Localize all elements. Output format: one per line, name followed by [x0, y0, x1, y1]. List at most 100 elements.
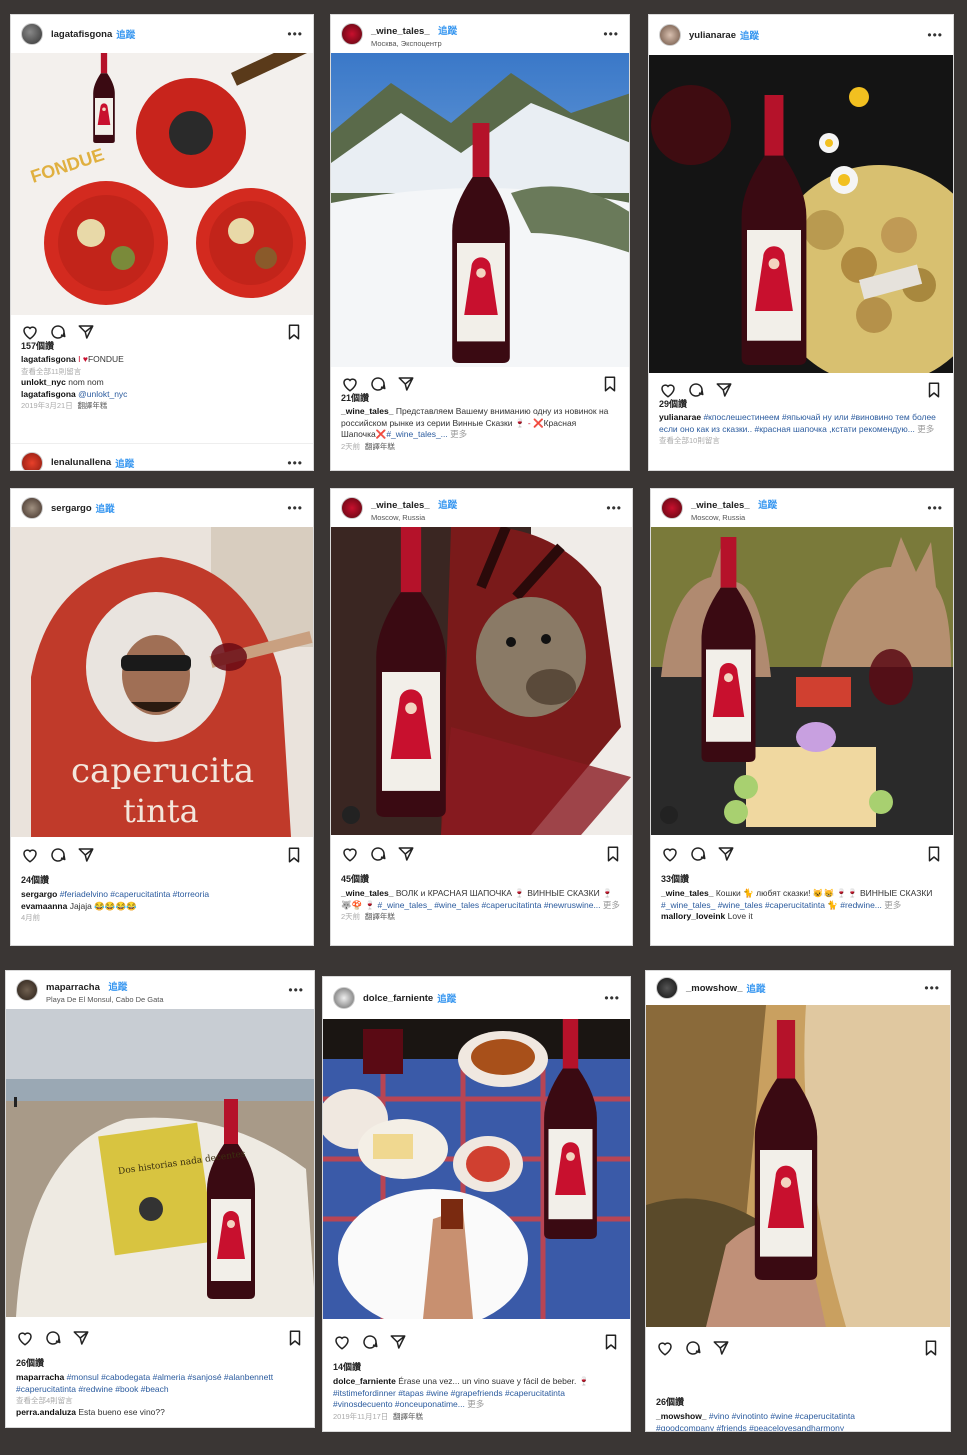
bookmark-icon[interactable]	[925, 381, 943, 399]
comment-user[interactable]: mallory_loveink	[661, 911, 725, 921]
avatar[interactable]	[659, 24, 681, 46]
more-icon[interactable]: •••	[927, 501, 943, 515]
heart-icon[interactable]	[661, 845, 679, 863]
location[interactable]: Moscow, Russia	[371, 513, 457, 522]
follow-button[interactable]: 追蹤	[747, 981, 766, 995]
username[interactable]: _wine_tales_	[371, 500, 430, 511]
comment-icon[interactable]	[44, 1329, 62, 1347]
comment-icon[interactable]	[369, 845, 387, 863]
heart-icon[interactable]	[16, 1329, 34, 1347]
share-icon[interactable]	[397, 375, 415, 393]
share-icon[interactable]	[717, 845, 735, 863]
avatar[interactable]	[21, 451, 43, 470]
like-count[interactable]: 157個讚	[21, 339, 54, 352]
comment-icon[interactable]	[687, 381, 705, 399]
share-icon[interactable]	[72, 1329, 90, 1347]
hashtag[interactable]: #itstimefordinner #tapas #wine #grapefri…	[333, 1388, 565, 1410]
avatar[interactable]	[21, 23, 43, 45]
caption-user[interactable]: _mowshow_	[656, 1411, 707, 1421]
hashtag[interactable]: #vino #vinotinto #wine #caperucitatinta	[709, 1411, 855, 1421]
location[interactable]: Moscow, Russia	[691, 513, 777, 522]
more-link[interactable]: 更多	[450, 429, 467, 439]
caption-user[interactable]: dolce_farniente	[333, 1376, 396, 1386]
comment-text[interactable]: @unlokt_nyc	[78, 389, 127, 399]
follow-button[interactable]: 追蹤	[108, 982, 127, 993]
bookmark-icon[interactable]	[925, 845, 943, 863]
more-icon[interactable]: •••	[924, 981, 940, 995]
translate-link[interactable]: 翻譯年糕	[77, 401, 107, 410]
share-icon[interactable]	[712, 1339, 730, 1357]
follow-button[interactable]: 追蹤	[96, 501, 115, 515]
follow-button[interactable]: 追蹤	[437, 991, 456, 1005]
view-all-comments[interactable]: 查看全部11則留言	[21, 367, 81, 376]
more-link[interactable]: 更多	[603, 900, 620, 910]
hashtag[interactable]: #_wine_tales_ #wine_tales #caperucitatin…	[378, 900, 601, 910]
more-link[interactable]: 更多	[917, 424, 934, 434]
bookmark-icon[interactable]	[286, 1329, 304, 1347]
post-photo[interactable]	[331, 527, 632, 835]
follow-button[interactable]: 追蹤	[115, 456, 134, 470]
more-link[interactable]: 更多	[884, 900, 901, 910]
translate-link[interactable]: 翻譯年糕	[365, 912, 395, 921]
bookmark-icon[interactable]	[602, 1333, 620, 1351]
hashtag[interactable]: #goodcompany #friends #peacelovesandharm…	[656, 1423, 844, 1432]
avatar[interactable]	[656, 977, 678, 999]
share-icon[interactable]	[77, 846, 95, 864]
avatar[interactable]	[21, 497, 43, 519]
more-icon[interactable]: •••	[287, 456, 303, 470]
more-icon[interactable]: •••	[604, 991, 620, 1005]
caption-user[interactable]: lagatafisgona	[21, 354, 76, 364]
more-link[interactable]: 更多	[467, 1399, 484, 1409]
location[interactable]: Москва, Экспоцентр	[371, 39, 457, 48]
username[interactable]: dolce_farniente	[363, 993, 433, 1004]
like-count[interactable]: 24個讚	[21, 873, 49, 886]
post-photo[interactable]	[323, 1019, 630, 1319]
like-count[interactable]: 26個讚	[16, 1356, 44, 1369]
username[interactable]: _mowshow_	[686, 983, 743, 994]
view-all-comments[interactable]: 查看全部4則留言	[16, 1396, 73, 1405]
post-photo[interactable]: caperucita tinta	[11, 527, 313, 837]
comment-user[interactable]: evamaanna	[21, 901, 67, 911]
more-icon[interactable]: •••	[927, 28, 943, 42]
more-icon[interactable]: •••	[287, 27, 303, 41]
like-count[interactable]: 33個讚	[661, 872, 689, 885]
share-icon[interactable]	[389, 1333, 407, 1351]
follow-button[interactable]: 追蹤	[740, 28, 759, 42]
bookmark-icon[interactable]	[285, 846, 303, 864]
username[interactable]: _wine_tales_	[371, 26, 430, 37]
translate-link[interactable]: 翻譯年糕	[365, 442, 395, 451]
post-photo[interactable]: FONDUE	[11, 53, 313, 315]
hashtag[interactable]: #кпослешестинеем #япьючай ну или #винови…	[659, 412, 936, 434]
comment-icon[interactable]	[361, 1333, 379, 1351]
like-count[interactable]: 14個讚	[333, 1360, 361, 1373]
username[interactable]: sergargo	[51, 503, 92, 514]
caption-user[interactable]: _wine_tales_	[341, 888, 393, 898]
heart-icon[interactable]	[333, 1333, 351, 1351]
post-photo[interactable]	[651, 527, 953, 835]
like-count[interactable]: 45個讚	[341, 872, 369, 885]
translate-link[interactable]: 翻譯年糕	[393, 1412, 423, 1421]
follow-button[interactable]: 追蹤	[758, 500, 777, 511]
avatar[interactable]	[333, 987, 355, 1009]
post-photo[interactable]: Dos historias nada decentes	[6, 1009, 314, 1317]
hashtag[interactable]: #_wine_tales_ #wine_tales #caperucitatin…	[661, 900, 825, 910]
follow-button[interactable]: 追蹤	[116, 27, 135, 41]
bookmark-icon[interactable]	[285, 323, 303, 341]
like-count[interactable]: 26個讚	[656, 1395, 684, 1408]
avatar[interactable]	[661, 497, 683, 519]
more-icon[interactable]: •••	[287, 501, 303, 515]
like-count[interactable]: 21個讚	[341, 391, 369, 404]
comment-icon[interactable]	[684, 1339, 702, 1357]
username[interactable]: yulianarae	[689, 30, 736, 41]
heart-icon[interactable]	[21, 846, 39, 864]
bookmark-icon[interactable]	[604, 845, 622, 863]
post-photo[interactable]	[331, 53, 629, 367]
post-photo[interactable]	[646, 1005, 950, 1327]
share-icon[interactable]	[397, 845, 415, 863]
comment-icon[interactable]	[689, 845, 707, 863]
comment-user[interactable]: lagatafisgona	[21, 389, 76, 399]
caption-user[interactable]: _wine_tales_	[341, 406, 393, 416]
username[interactable]: lenalunallena	[51, 457, 111, 468]
more-icon[interactable]: •••	[288, 983, 304, 997]
follow-button[interactable]: 追蹤	[438, 500, 457, 511]
